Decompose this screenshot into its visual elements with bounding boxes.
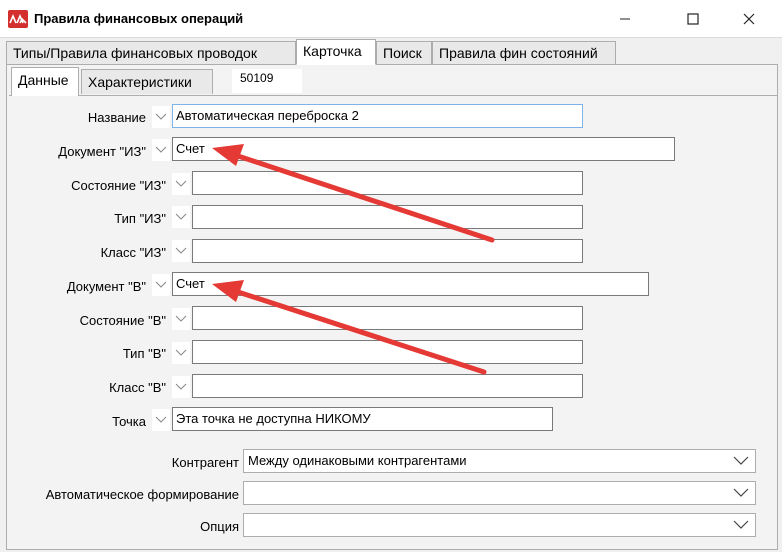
type-from-field[interactable] xyxy=(192,205,583,229)
type-to-chevron-icon[interactable] xyxy=(172,342,190,364)
chevron-down-icon xyxy=(733,456,749,465)
doc-to-chevron-icon[interactable] xyxy=(152,274,170,296)
maximize-button[interactable] xyxy=(670,0,716,38)
name-chevron-icon[interactable] xyxy=(152,106,170,128)
window-title: Правила финансовых операций xyxy=(34,11,244,26)
state-from-chevron-icon[interactable] xyxy=(172,173,190,195)
option-select[interactable] xyxy=(243,513,756,537)
counterparty-label: Контрагент xyxy=(171,455,239,470)
doc-from-chevron-icon[interactable] xyxy=(152,139,170,161)
minimize-icon xyxy=(620,18,630,20)
subtab-data[interactable]: Данные xyxy=(11,67,79,96)
tab-financial-postings[interactable]: Типы/Правила финансовых проводок xyxy=(6,41,296,64)
state-from-label: Состояние "ИЗ" xyxy=(71,178,166,193)
class-to-label: Класс "В" xyxy=(109,380,166,395)
chevron-down-icon xyxy=(733,520,749,529)
state-from-field[interactable] xyxy=(192,171,583,195)
point-chevron-icon[interactable] xyxy=(152,409,170,431)
state-to-chevron-icon[interactable] xyxy=(172,308,190,330)
title-bar: Правила финансовых операций xyxy=(0,0,782,38)
class-from-label: Класс "ИЗ" xyxy=(100,245,166,260)
class-to-field[interactable] xyxy=(192,374,583,398)
app-logo-icon xyxy=(8,10,28,28)
state-to-label: Состояние "В" xyxy=(79,313,166,328)
tab-card[interactable]: Карточка xyxy=(296,39,376,65)
doc-to-field[interactable]: Счет xyxy=(172,272,649,296)
state-to-field[interactable] xyxy=(192,306,583,330)
doc-from-label: Документ "ИЗ" xyxy=(58,144,146,159)
class-to-chevron-icon[interactable] xyxy=(172,376,190,398)
type-to-field[interactable] xyxy=(192,340,583,364)
close-icon xyxy=(743,13,755,25)
point-label: Точка xyxy=(112,414,146,429)
auto-form-select[interactable] xyxy=(243,481,756,505)
subtab-characteristics[interactable]: Характеристики xyxy=(81,69,213,94)
auto-form-label: Автоматическое формирование xyxy=(45,487,239,502)
class-from-chevron-icon[interactable] xyxy=(172,240,190,262)
option-label: Опция xyxy=(200,519,239,534)
minimize-button[interactable] xyxy=(602,0,648,38)
doc-to-label: Документ "В" xyxy=(66,279,146,294)
point-field[interactable]: Эта точка не доступна НИКОМУ xyxy=(172,407,553,431)
type-from-chevron-icon[interactable] xyxy=(172,206,190,228)
chevron-down-icon xyxy=(733,488,749,497)
class-from-field[interactable] xyxy=(192,239,583,263)
record-code: 50109 xyxy=(232,69,302,93)
subtab-divider xyxy=(9,95,777,96)
name-label: Название xyxy=(87,110,146,125)
tab-search[interactable]: Поиск xyxy=(376,41,432,64)
counterparty-value: Между одинаковыми контрагентами xyxy=(248,453,467,468)
name-field[interactable]: Автоматическая переброска 2 xyxy=(172,104,583,128)
tab-financial-state-rules[interactable]: Правила фин состояний xyxy=(432,41,616,64)
doc-from-field[interactable]: Счет xyxy=(172,137,675,161)
type-from-label: Тип "ИЗ" xyxy=(114,211,166,226)
maximize-icon xyxy=(687,13,699,25)
counterparty-select[interactable]: Между одинаковыми контрагентами xyxy=(243,449,756,473)
type-to-label: Тип "В" xyxy=(122,346,166,361)
close-button[interactable] xyxy=(726,0,772,38)
